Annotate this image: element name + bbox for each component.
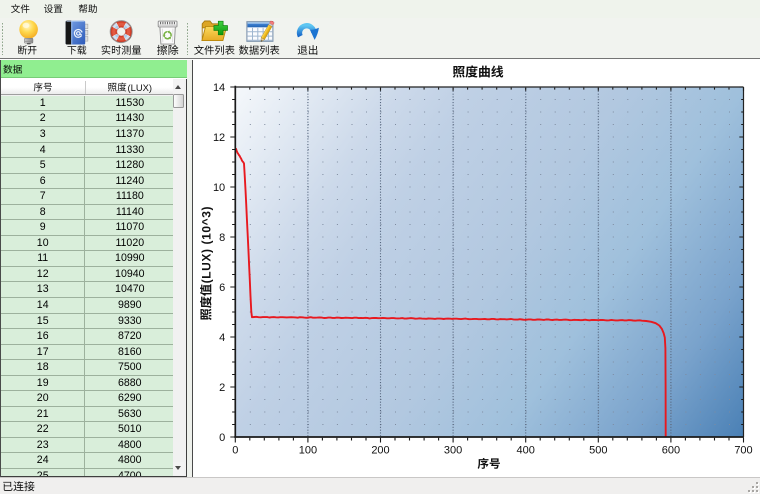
svg-text:(LUX): (LUX) <box>128 82 152 93</box>
